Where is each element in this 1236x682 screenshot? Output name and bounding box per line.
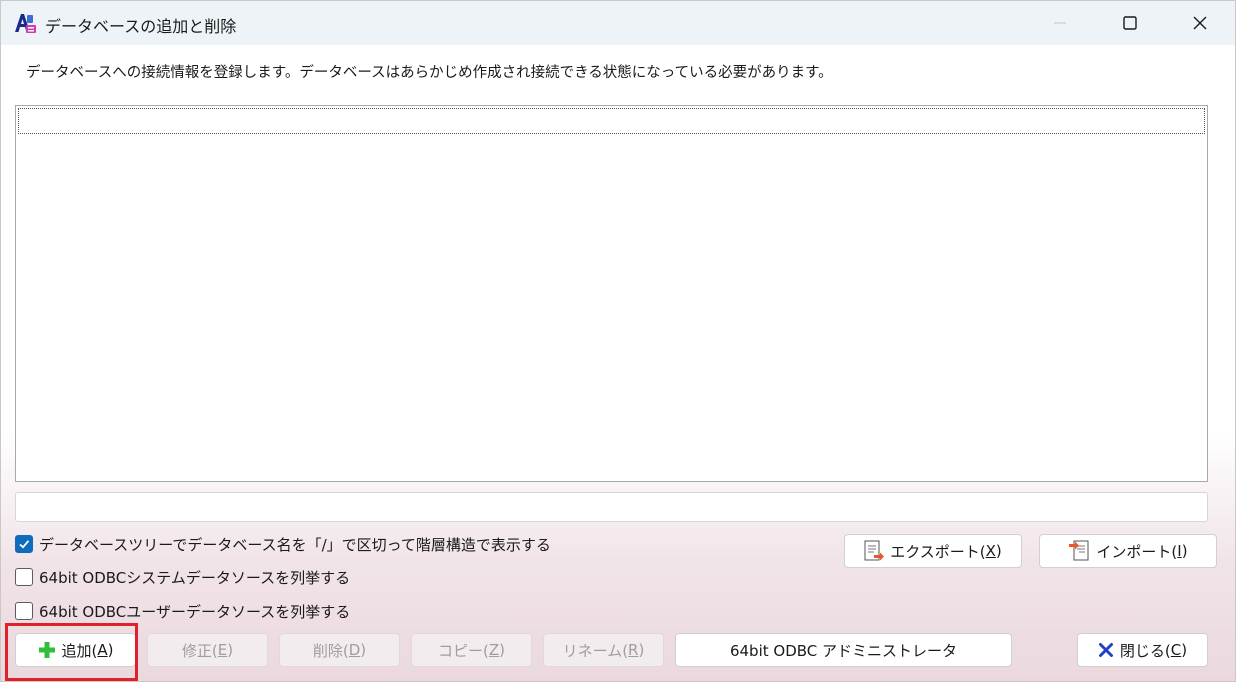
odbc-admin-label: 64bit ODBC アドミニストレータ xyxy=(729,641,958,660)
option-tree-slash[interactable]: データベースツリーでデータベース名を「/」で区切って階層構造で表示する xyxy=(15,533,551,555)
rename-label: リネーム( xyxy=(562,641,629,660)
copy-button[interactable]: コピー(Z) xyxy=(411,633,532,667)
minimize-button[interactable] xyxy=(1025,1,1095,45)
close-label: 閉じる( xyxy=(1119,641,1171,660)
app-icon xyxy=(13,11,37,35)
tree-slash-checkbox[interactable] xyxy=(15,535,33,553)
modify-label: 修正( xyxy=(181,641,218,660)
option-odbc-user[interactable]: 64bit ODBCユーザーデータソースを列挙する xyxy=(15,600,350,622)
close-button[interactable]: 閉じる(C) xyxy=(1077,633,1208,667)
rename-button[interactable]: リネーム(R) xyxy=(543,633,664,667)
path-field[interactable] xyxy=(15,492,1208,522)
list-focus-row[interactable] xyxy=(18,108,1205,134)
close-icon xyxy=(1193,16,1207,30)
dialog-window: データベースの追加と削除 データベースへの接続情報を登録します。データベースはあ… xyxy=(0,0,1236,682)
import-button[interactable]: インポート(I) xyxy=(1039,534,1217,568)
copy-label: コピー( xyxy=(438,641,489,660)
checkmark-icon xyxy=(19,540,30,549)
odbc-user-checkbox[interactable] xyxy=(15,602,33,620)
add-button-highlight xyxy=(5,623,138,681)
odbc-admin-button[interactable]: 64bit ODBC アドミニストレータ xyxy=(675,633,1012,667)
export-button[interactable]: エクスポート(X) xyxy=(844,534,1022,568)
odbc-system-checkbox[interactable] xyxy=(15,568,33,586)
title-bar[interactable]: データベースの追加と削除 xyxy=(1,1,1235,45)
delete-button[interactable]: 削除(D) xyxy=(279,633,400,667)
description-text: データベースへの接続情報を登録します。データベースはあらかじめ作成され接続できる… xyxy=(26,65,833,81)
maximize-icon xyxy=(1123,16,1137,30)
import-label: インポート( xyxy=(1096,542,1178,561)
minimize-icon xyxy=(1054,22,1066,24)
export-icon xyxy=(864,540,885,562)
close-window-button[interactable] xyxy=(1165,1,1235,45)
tree-slash-label: データベースツリーでデータベース名を「/」で区切って階層構造で表示する xyxy=(39,535,551,554)
maximize-button[interactable] xyxy=(1095,1,1165,45)
modify-button[interactable]: 修正(E) xyxy=(147,633,268,667)
close-x-icon xyxy=(1098,642,1114,658)
database-list[interactable] xyxy=(15,105,1208,482)
delete-label: 削除( xyxy=(312,641,349,660)
import-icon xyxy=(1068,540,1090,562)
export-label: エクスポート( xyxy=(890,542,986,561)
odbc-user-label: 64bit ODBCユーザーデータソースを列挙する xyxy=(39,602,351,621)
option-odbc-system[interactable]: 64bit ODBCシステムデータソースを列挙する xyxy=(15,566,350,588)
window-title: データベースの追加と削除 xyxy=(45,17,237,36)
odbc-system-label: 64bit ODBCシステムデータソースを列挙する xyxy=(39,568,351,587)
